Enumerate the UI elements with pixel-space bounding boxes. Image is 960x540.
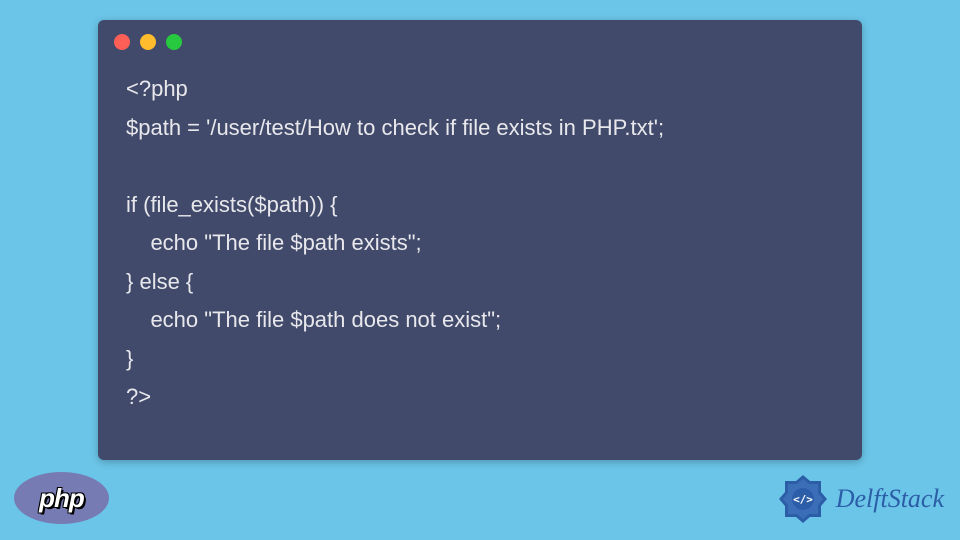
delftstack-logo-icon: </> <box>776 472 830 526</box>
code-line-6: } else { <box>126 269 193 294</box>
code-line-1: <?php <box>126 76 188 101</box>
svg-text:</>: </> <box>793 493 813 506</box>
code-line-7: echo "The file $path does not exist"; <box>126 307 501 332</box>
maximize-dot-icon <box>166 34 182 50</box>
window-controls <box>98 20 862 58</box>
code-line-8: } <box>126 346 133 371</box>
delftstack-brand-text: DelftStack <box>836 484 944 514</box>
delftstack-badge: </> DelftStack <box>776 472 944 526</box>
code-line-4: if (file_exists($path)) { <box>126 192 338 217</box>
code-line-2: $path = '/user/test/How to check if file… <box>126 115 664 140</box>
close-dot-icon <box>114 34 130 50</box>
code-line-9: ?> <box>126 384 151 409</box>
php-logo-text: php <box>39 483 84 514</box>
php-language-badge: php <box>14 472 109 524</box>
minimize-dot-icon <box>140 34 156 50</box>
code-window: <?php $path = '/user/test/How to check i… <box>98 20 862 460</box>
code-content: <?php $path = '/user/test/How to check i… <box>98 58 862 437</box>
php-logo-ellipse-icon: php <box>14 472 109 524</box>
code-line-5: echo "The file $path exists"; <box>126 230 422 255</box>
